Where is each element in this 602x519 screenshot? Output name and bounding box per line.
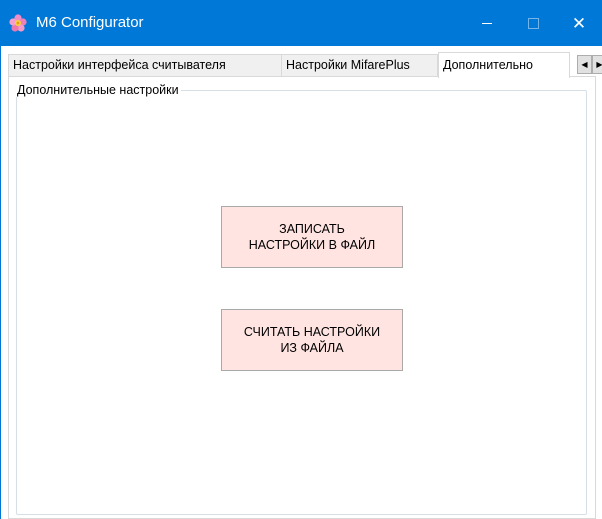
- tab-panel-additional: Дополнительные настройки: [8, 76, 596, 519]
- arrow-left-icon: ◀: [581, 60, 588, 69]
- read-settings-from-file-button[interactable]: СЧИТАТЬ НАСТРОЙКИ ИЗ ФАЙЛА: [221, 309, 403, 371]
- minimize-button[interactable]: [464, 0, 510, 46]
- minimize-icon: [482, 22, 492, 24]
- tab-scroll-buttons: ◀ ▶: [577, 55, 602, 74]
- additional-settings-group: [16, 90, 587, 515]
- close-button[interactable]: ✕: [556, 0, 602, 46]
- arrow-right-icon: ▶: [596, 60, 602, 69]
- title-bar[interactable]: M6 Configurator ✕: [0, 0, 602, 46]
- tab-mifareplus-settings[interactable]: Настройки MifarePlus: [281, 54, 438, 76]
- write-settings-to-file-button[interactable]: ЗАПИСАТЬ НАСТРОЙКИ В ФАЙЛ: [221, 206, 403, 268]
- tab-strip: Настройки интерфейса считывателя Настрой…: [8, 52, 602, 78]
- close-icon: ✕: [571, 13, 587, 33]
- tab-additional[interactable]: Дополнительно: [438, 52, 570, 78]
- client-area: Настройки интерфейса считывателя Настрой…: [0, 46, 602, 519]
- window-title: M6 Configurator: [36, 14, 144, 31]
- app-window: M6 Configurator ✕ Настройки интерфейса с…: [0, 0, 602, 519]
- group-title: Дополнительные настройки: [16, 83, 181, 97]
- maximize-icon: [527, 17, 539, 29]
- tab-scroll-left-button[interactable]: ◀: [577, 55, 592, 74]
- tab-reader-interface-settings[interactable]: Настройки интерфейса считывателя: [8, 54, 282, 76]
- tab-scroll-right-button[interactable]: ▶: [592, 55, 602, 74]
- flower-icon: [8, 13, 28, 33]
- maximize-button[interactable]: [510, 0, 556, 46]
